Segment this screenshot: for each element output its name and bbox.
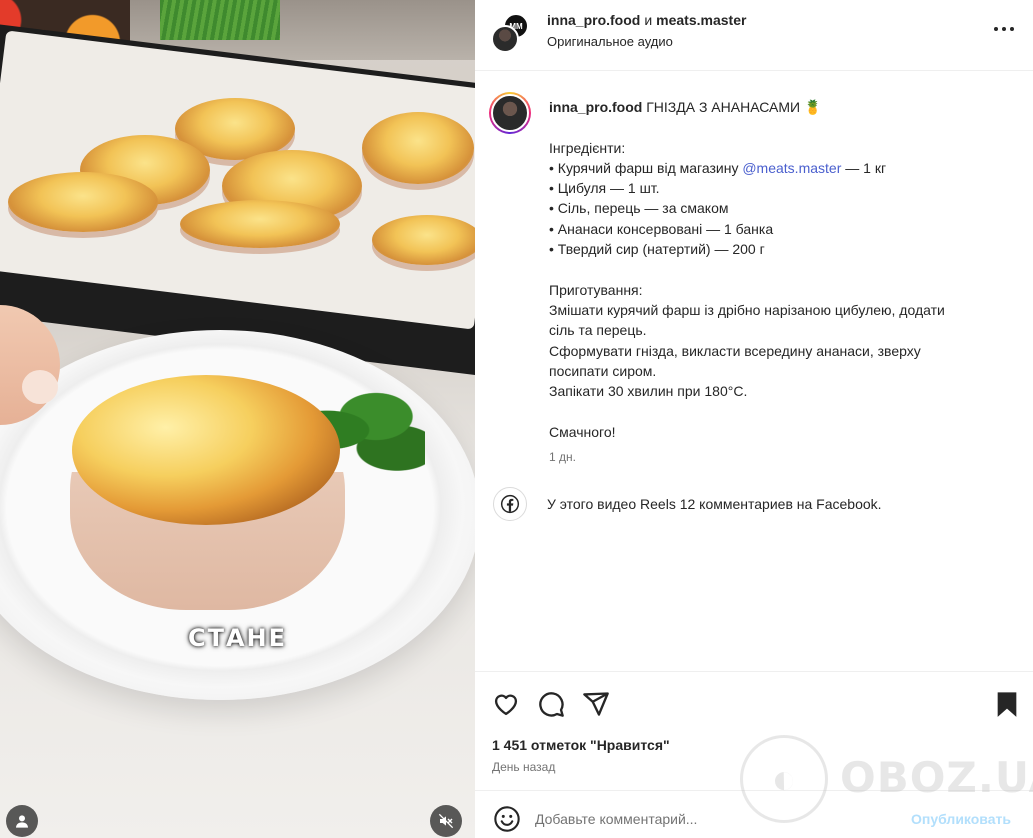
facebook-comments-row[interactable]: У этого видео Reels 12 комментариев на F… — [493, 486, 1023, 522]
mute-button[interactable] — [430, 805, 462, 837]
preparation-line: сіль та перець. — [549, 322, 647, 339]
ingredient-line: • Цибуля — 1 шт. — [549, 180, 660, 197]
caption-text: inna_pro.food ГНІЗДА З АНАНАСАМИ 🍍 Інгре… — [549, 97, 1019, 442]
caption-section: inna_pro.food ГНІЗДА З АНАНАСАМИ 🍍 Інгре… — [475, 72, 1033, 672]
caption-title: ГНІЗДА З АНАНАСАМИ 🍍 — [646, 99, 822, 115]
tray-nest — [362, 112, 474, 184]
preparation-line: посипати сиром. — [549, 362, 657, 379]
comment-input[interactable] — [535, 805, 895, 833]
action-bar — [475, 684, 1033, 724]
connector-text: и — [644, 12, 653, 28]
more-options-button[interactable] — [993, 19, 1015, 43]
tray-nest — [372, 215, 475, 265]
ingredient-line: • Курячий фарш від магазину @meats.maste… — [549, 158, 1019, 178]
ingredients-heading: Інгредієнти: — [549, 139, 626, 156]
reel-video[interactable]: СТАНЕ — [0, 0, 475, 838]
share-button[interactable] — [582, 690, 610, 718]
mention-link[interactable]: @meats.master — [742, 160, 841, 176]
thumb-nail — [22, 370, 58, 404]
person-icon — [16, 815, 28, 828]
post-header: MM inna_pro.food и meats.master Оригинальн… — [475, 0, 1033, 71]
avatar-inna-pro-food[interactable] — [491, 25, 519, 53]
audio-link[interactable]: Оригинальное аудио — [547, 34, 673, 49]
facebook-icon — [493, 487, 527, 521]
ingredient-line: • Сіль, перець — за смаком — [549, 200, 729, 217]
closing-text: Смачного! — [549, 423, 616, 440]
more-horizontal-icon — [994, 27, 1014, 31]
bookmark-icon — [997, 692, 1017, 717]
caption-timestamp[interactable]: 1 дн. — [549, 450, 576, 464]
like-button[interactable] — [492, 690, 520, 718]
tagged-people-button[interactable] — [6, 805, 38, 837]
save-button[interactable] — [993, 690, 1021, 718]
comment-icon — [539, 692, 564, 717]
preparation-line: Запікати 30 хвилин при 180°C. — [549, 383, 748, 400]
video-caption: СТАНЕ — [187, 624, 288, 652]
heart-icon — [494, 694, 518, 716]
username-link[interactable]: inna_pro.food — [547, 12, 640, 28]
author-avatar[interactable] — [489, 92, 531, 134]
facebook-comments-text: У этого видео Reels 12 комментариев на F… — [547, 496, 882, 512]
ingredient-text: — 1 кг — [841, 159, 887, 176]
herb-pot — [160, 0, 280, 40]
emoji-button[interactable] — [493, 805, 521, 833]
comment-bar: Опубликовать — [475, 790, 1033, 838]
tray-nest — [180, 200, 340, 248]
preparation-heading: Приготування: — [549, 281, 643, 298]
like-count[interactable]: 1 451 отметок "Нравится" — [492, 737, 670, 753]
chicken-nest-cheese-top — [72, 375, 340, 525]
share-icon — [583, 692, 609, 716]
collab-avatars[interactable]: MM — [491, 13, 533, 53]
emoji-icon — [494, 806, 520, 832]
post-panel: MM inna_pro.food и meats.master Оригинальн… — [475, 0, 1033, 838]
speaker-muted-icon — [438, 813, 454, 829]
ingredient-line: • Ананаси консервовані — 1 банка — [549, 220, 774, 237]
ingredient-line: • Твердий сир (натертий) — 200 г — [549, 241, 765, 258]
comment-button[interactable] — [537, 690, 565, 718]
publish-button[interactable]: Опубликовать — [911, 811, 1011, 827]
caption-author[interactable]: inna_pro.food — [549, 99, 642, 115]
preparation-line: Сформувати гнізда, викласти всередину ан… — [549, 342, 921, 359]
collab-usernames: inna_pro.food и meats.master — [547, 12, 746, 28]
tray-nest — [8, 172, 158, 232]
ingredient-text: • Курячий фарш від магазину — [549, 159, 743, 176]
preparation-line: Змішати курячий фарш із дрібно нарізаною… — [549, 301, 945, 318]
post-date[interactable]: День назад — [492, 760, 555, 774]
username-link[interactable]: meats.master — [656, 12, 746, 28]
